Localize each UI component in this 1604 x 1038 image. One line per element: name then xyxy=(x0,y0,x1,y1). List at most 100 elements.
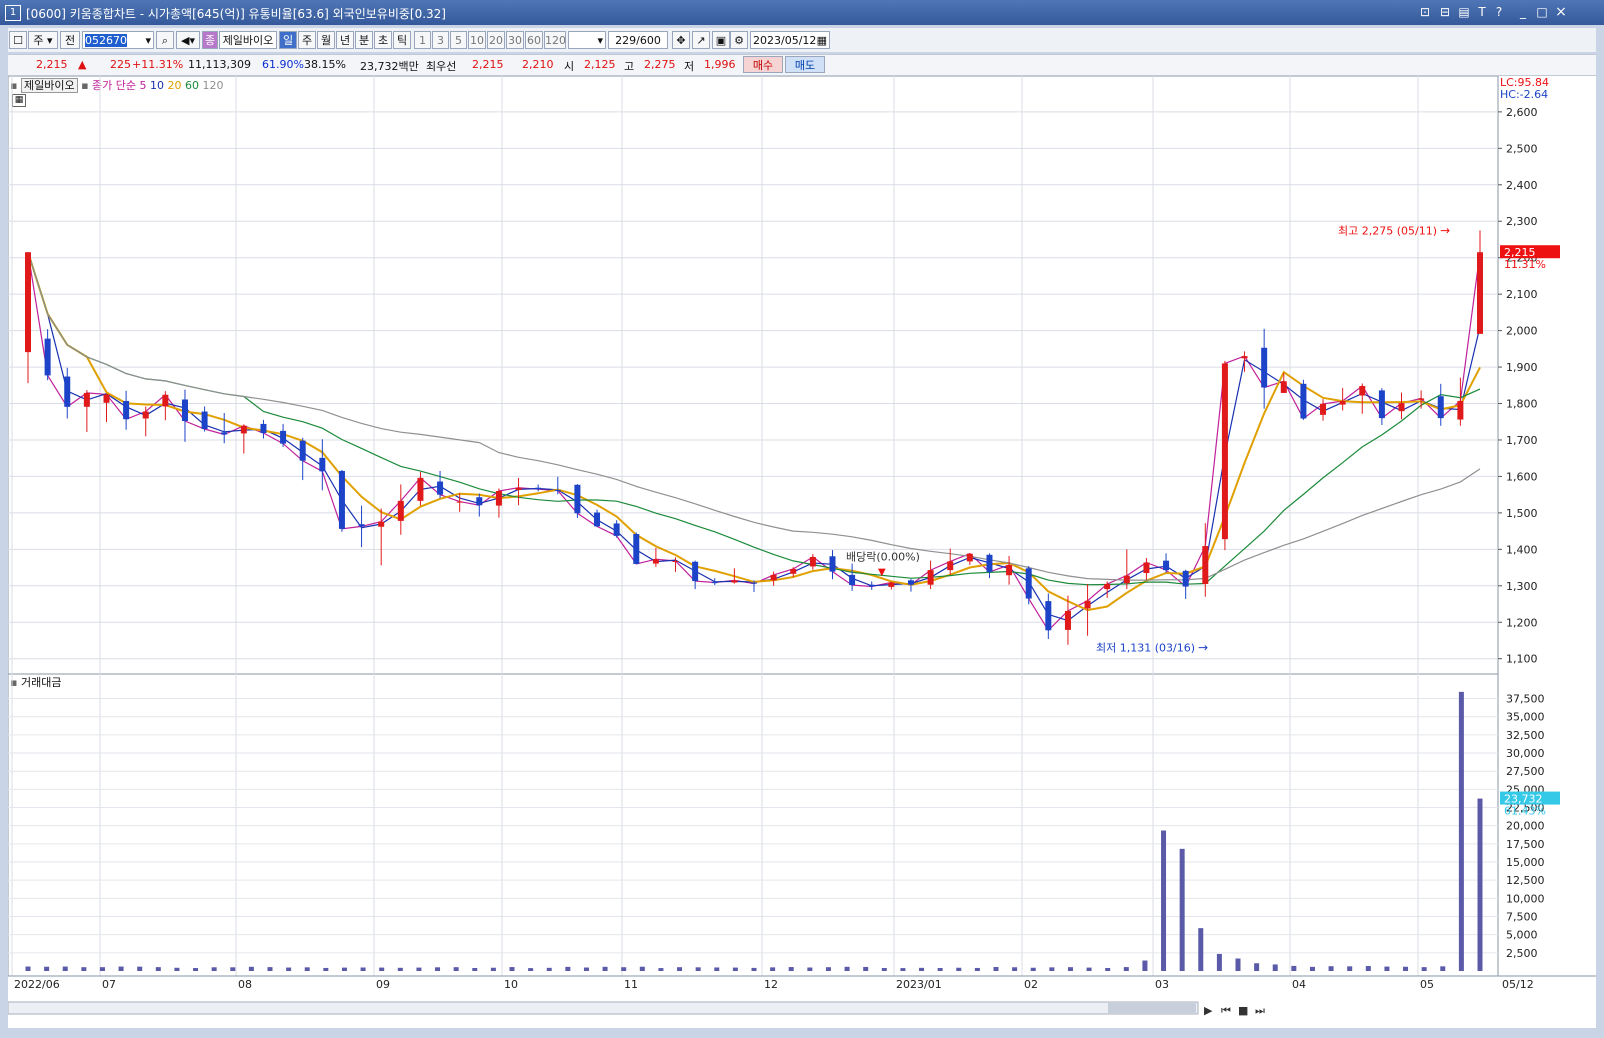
trend-icon[interactable]: ↗ xyxy=(692,31,710,49)
candle-body xyxy=(1202,546,1209,584)
chevron-down-icon: ▾ xyxy=(145,34,151,47)
stock-code-input[interactable]: 052670 ▾ xyxy=(82,31,154,49)
candle-body xyxy=(260,423,267,434)
interval-10[interactable]: 10 xyxy=(468,31,486,49)
price-tick-label: 2,600 xyxy=(1506,106,1538,119)
candle-body xyxy=(1123,575,1130,584)
ma5-line xyxy=(27,252,1481,632)
crosshair-icon[interactable]: ✥ xyxy=(672,31,690,49)
close-icon[interactable]: × xyxy=(1554,5,1568,19)
volume-bar xyxy=(602,966,608,971)
volume-tick-label: 10,000 xyxy=(1506,892,1545,905)
tab-day[interactable]: 일 xyxy=(279,31,297,49)
chart-area[interactable]: ▪ 제일바이오 ▪ 종가 단순 5 10 20 60 120 ▦ ▪ 거래대금 … xyxy=(8,76,1596,1028)
volume-bar xyxy=(25,966,31,971)
candle-body xyxy=(692,561,699,582)
sound-icon[interactable]: ◀▾ xyxy=(176,31,200,49)
volume-bar xyxy=(248,966,254,971)
candle-body xyxy=(1359,386,1366,396)
sell-button[interactable]: 매도 xyxy=(785,56,825,73)
x-tick-label: 02 xyxy=(1024,978,1038,991)
tab-week[interactable]: 주 xyxy=(298,31,316,49)
candle-body xyxy=(1378,390,1385,419)
calendar-icon: ▦ xyxy=(816,34,827,47)
candle-body xyxy=(1418,398,1425,400)
interval-60[interactable]: 60 xyxy=(525,31,543,49)
volume-tick-label: 7,500 xyxy=(1506,911,1538,924)
volume: 11,113,309 xyxy=(188,58,251,71)
volume-bar xyxy=(900,968,906,971)
tab-tick[interactable]: 틱 xyxy=(393,31,411,49)
volume-bar xyxy=(1328,966,1334,971)
tile-icon[interactable]: ▤ xyxy=(1457,5,1471,19)
volume-bar xyxy=(1440,966,1446,971)
custom-interval-select[interactable]: ▾ xyxy=(568,31,606,49)
x-tick-label: 09 xyxy=(376,978,390,991)
high-label: 고 xyxy=(624,60,635,73)
interval-3[interactable]: 3 xyxy=(432,31,449,49)
volume-tick-label: 32,500 xyxy=(1506,729,1545,742)
volume-bar xyxy=(230,967,236,971)
period-select[interactable]: 주 ▾ xyxy=(28,31,58,49)
app-icon[interactable]: 1 xyxy=(5,5,21,21)
search-icon[interactable]: ⌕ xyxy=(156,31,174,49)
volume-bar xyxy=(1365,966,1371,971)
interval-5[interactable]: 5 xyxy=(450,31,467,49)
volume-bar xyxy=(1384,966,1390,971)
gear-icon[interactable]: ⚙ xyxy=(730,31,748,49)
candle-body xyxy=(162,394,169,407)
candle-body xyxy=(417,477,424,501)
candle-body xyxy=(142,411,149,419)
interval-30[interactable]: 30 xyxy=(506,31,524,49)
mode-button[interactable]: 전 xyxy=(60,31,80,49)
scrollbar-thumb xyxy=(1108,1003,1196,1013)
open-label: 시 xyxy=(564,60,575,73)
candle-body xyxy=(123,400,130,420)
volume-bar xyxy=(695,967,701,971)
tab-minute[interactable]: 분 xyxy=(355,31,373,49)
interval-120[interactable]: 120 xyxy=(544,31,566,49)
x-tick-label: 10 xyxy=(504,978,518,991)
right-arrow-icon: → xyxy=(1440,223,1450,237)
interval-1[interactable]: 1 xyxy=(414,31,431,49)
right-arrow-icon: → xyxy=(1198,640,1208,654)
buy-button[interactable]: 매수 xyxy=(743,56,783,73)
interval-20[interactable]: 20 xyxy=(487,31,505,49)
save-icon[interactable]: ▣ xyxy=(712,31,730,49)
volume-bar xyxy=(341,967,347,971)
stock-name[interactable]: 제일바이오 xyxy=(219,31,277,49)
minimize-icon[interactable]: _ xyxy=(1516,5,1530,19)
current-volume-percent: 61.43% xyxy=(1504,805,1546,818)
chevron-down-icon: ▾ xyxy=(597,34,603,47)
pin-icon[interactable]: ⊡ xyxy=(1418,5,1432,19)
volume-tick-label: 35,000 xyxy=(1506,711,1545,724)
volume-bar xyxy=(658,968,664,971)
candle-body xyxy=(790,569,797,574)
low-label: 저 xyxy=(684,60,695,73)
date-field[interactable]: 2023/05/12 ▦ xyxy=(750,31,830,49)
count-field[interactable]: 229/600 xyxy=(608,31,668,49)
tab-second[interactable]: 초 xyxy=(374,31,392,49)
chart-menu-icon[interactable]: ☐ xyxy=(9,31,27,49)
volume-bar xyxy=(62,966,68,971)
tab-year[interactable]: 년 xyxy=(336,31,354,49)
chart-svg[interactable]: 1,100 1,200 1,300 1,400 1,500 1,600 1,700 1,800… xyxy=(8,76,1596,1028)
candle-body xyxy=(64,376,71,407)
candle-body xyxy=(1221,363,1228,540)
x-tick-label: 11 xyxy=(624,978,638,991)
maximize-icon[interactable]: □ xyxy=(1535,5,1549,19)
volume-bar xyxy=(509,967,515,971)
volume-bar xyxy=(1235,958,1241,971)
font-icon[interactable]: T xyxy=(1475,5,1489,19)
scroll-control-icon: ⏭ xyxy=(1255,1004,1265,1017)
tab-month[interactable]: 월 xyxy=(317,31,335,49)
help-icon[interactable]: ? xyxy=(1492,5,1506,19)
volume-bar xyxy=(323,967,329,971)
volume-bar xyxy=(1458,691,1464,971)
layout-icon[interactable]: ⊟ xyxy=(1438,5,1452,19)
candle-body xyxy=(515,487,522,490)
candle-body xyxy=(1045,601,1052,631)
high-annotation: 최고 2,275 (05/11) xyxy=(1338,224,1437,237)
volume-bar xyxy=(360,967,366,971)
current-percent-label: 11.31% xyxy=(1504,258,1546,271)
